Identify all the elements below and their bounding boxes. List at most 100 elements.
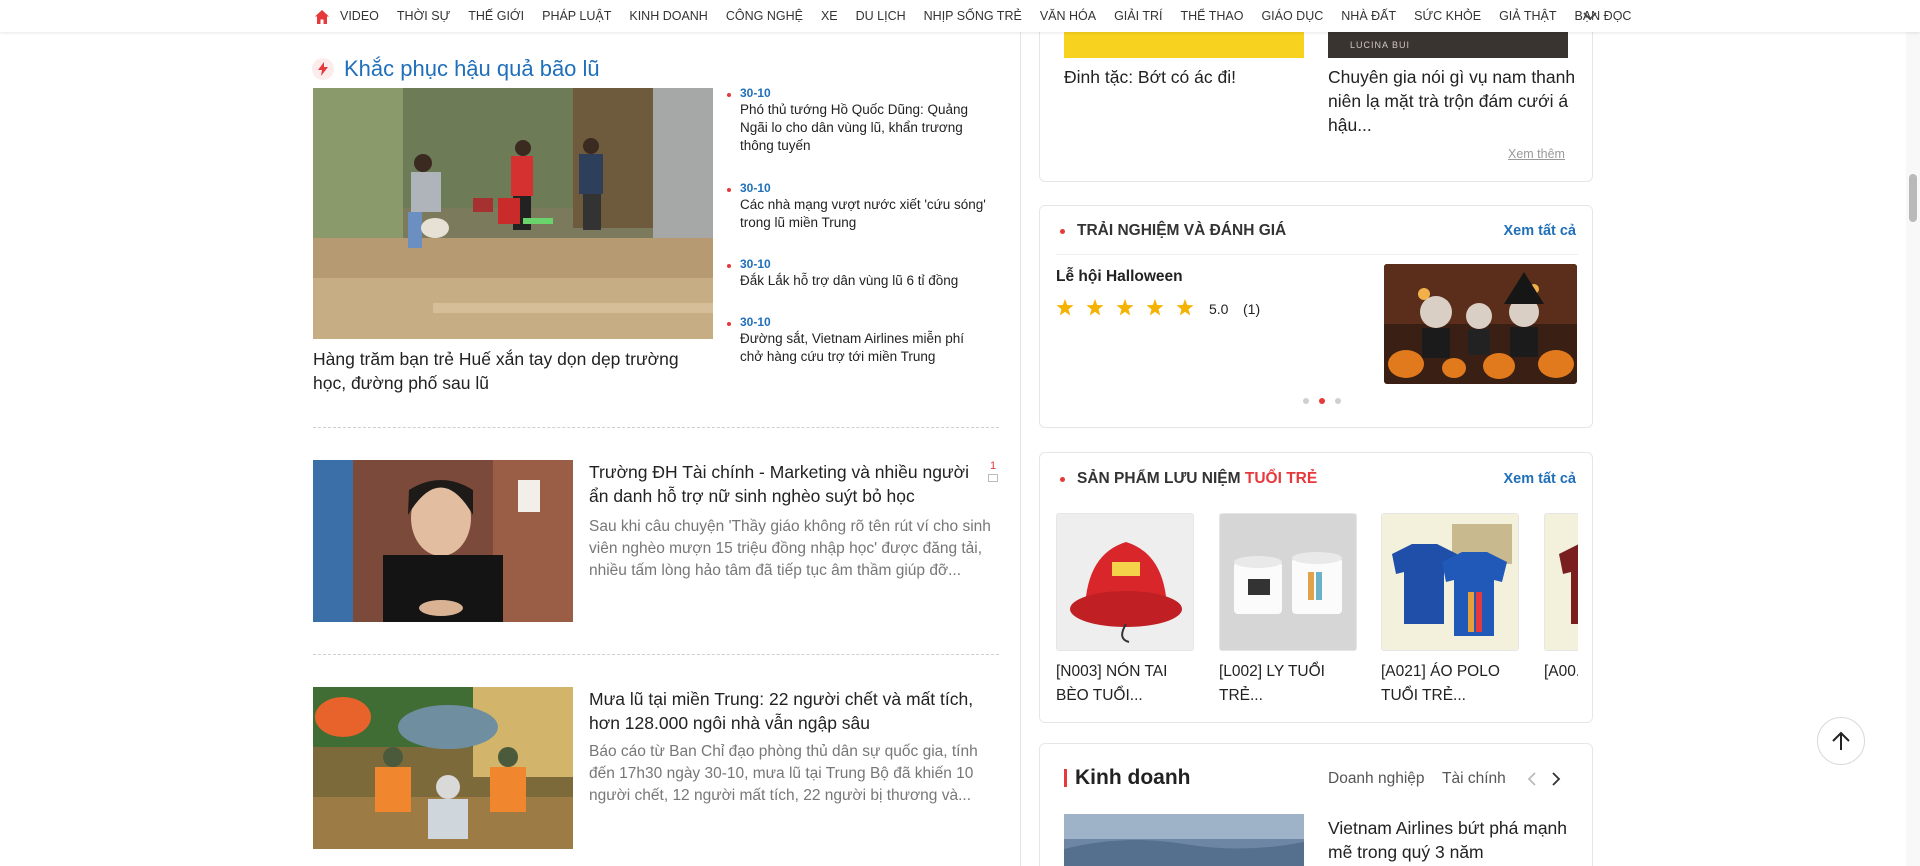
product-name[interactable]: [L002] LY TUỔI TRẺ... [1219,660,1357,708]
nav-item-van-hoa[interactable]: VĂN HÓA [1040,9,1096,23]
article-summary: Báo cáo từ Ban Chỉ đạo phòng thủ dân sự … [589,743,978,804]
article-title[interactable]: Vietnam Airlines bứt phá mạnh mẽ trong q… [1328,816,1568,864]
news-headline[interactable]: Đường sắt, Vietnam Airlines miễn phí chở… [740,330,987,366]
divider [313,427,999,428]
souvenir-title-prefix: SẢN PHẨM LƯU NIỆM [1077,470,1241,487]
feature-article-title[interactable]: Hàng trăm bạn trẻ Huế xắn tay dọn dẹp tr… [313,347,703,395]
nav-item-video[interactable]: VIDEO [340,9,379,23]
business-card: Kinh doanh Doanh nghiệp Tài chính Vietna… [1039,743,1593,866]
news-date: 30-10 [740,315,771,329]
page-scrollbar[interactable] [1906,0,1920,866]
article-title[interactable]: Chuyên gia nói gì vụ nam thanh niên lạ m… [1328,65,1576,137]
nav-item-du-lich[interactable]: DU LỊCH [856,9,906,23]
nav-item-the-thao[interactable]: THỂ THAO [1180,9,1243,23]
article-row: Mưa lũ tại miền Trung: 22 người chết và … [313,687,999,849]
article-thumbnail[interactable]: LUCINA BUI [1328,32,1568,58]
article-title[interactable]: Đinh tặc: Bớt có ác đi! [1064,65,1304,89]
comment-count-badge[interactable]: 1 [986,460,1000,482]
star-icon [1176,299,1194,316]
comment-count: 1 [989,460,997,472]
nav-item-suc-khoe[interactable]: SỨC KHỎE [1414,9,1481,23]
nav-item-cong-nghe[interactable]: CÔNG NGHỆ [726,9,803,23]
divider [1056,254,1578,255]
nav-item-nhip-song-tre[interactable]: NHỊP SỐNG TRẺ [924,9,1022,23]
product-carousel: [N003] NÓN TAI BÈO TUỔI... [L002] LY TUỔ… [1056,513,1578,713]
chevron-right-icon[interactable] [1551,772,1561,786]
list-item[interactable]: 30-10 Các nhà mạng vượt nước xiết 'cứu s… [727,181,987,257]
product-name[interactable]: [N003] NÓN TAI BÈO TUỔI... [1056,660,1194,708]
nav-item-giai-tri[interactable]: GIẢI TRÍ [1114,9,1162,23]
list-item[interactable]: 30-10 Đắk Lắk hỗ trợ dân vùng lũ 6 tỉ đồ… [727,257,987,315]
product-card[interactable]: [N003] NÓN TAI BÈO TUỔI... [1056,513,1194,708]
article-thumbnail[interactable] [1064,814,1304,866]
chevron-left-icon[interactable] [1527,772,1537,786]
nav-item-thoi-su[interactable]: THỜI SỰ [397,9,450,23]
list-item[interactable]: 30-10 Đường sắt, Vietnam Airlines miễn p… [727,315,987,366]
list-item[interactable]: 30-10 Phó thủ tướng Hồ Quốc Dũng: Quảng … [727,86,987,181]
review-item-title[interactable]: Lễ hội Halloween [1056,268,1183,286]
tab-doanh-nghiep[interactable]: Doanh nghiệp [1328,770,1425,788]
news-headline[interactable]: Đắk Lắk hỗ trợ dân vùng lũ 6 tỉ đồng [740,272,987,290]
scrollbar-thumb[interactable] [1909,174,1917,222]
scroll-to-top-button[interactable] [1817,717,1865,765]
article-thumbnail[interactable] [313,687,573,849]
bullet-dot [1060,476,1065,482]
nav-item-giao-duc[interactable]: GIÁO DỤC [1261,9,1323,23]
nav-menu: VIDEO THỜI SỰ THẾ GIỚI PHÁP LUẬT KINH DO… [340,0,1649,32]
section-marker [1064,769,1067,787]
star-icon [1146,299,1164,316]
home-icon[interactable] [314,9,330,25]
tab-tai-chinh[interactable]: Tài chính [1442,770,1506,788]
carousel-dot[interactable] [1303,398,1309,404]
star-icon [1056,299,1074,316]
business-section-title[interactable]: Kinh doanh [1075,766,1190,790]
souvenir-card-header: SẢN PHẨM LƯU NIỆM TUỔI TRẺ [1060,470,1317,488]
news-headline[interactable]: Phó thủ tướng Hồ Quốc Dũng: Quảng Ngãi l… [740,101,987,155]
product-name[interactable]: [A00... [1544,660,1578,684]
news-date: 30-10 [740,181,771,195]
nav-item-xe[interactable]: XE [821,9,838,23]
review-card: TRẢI NGHIỆM VÀ ĐÁNH GIÁ Xem tất cả Lễ hộ… [1039,205,1593,428]
nav-item-phap-luat[interactable]: PHÁP LUẬT [542,9,611,23]
flood-news-list: 30-10 Phó thủ tướng Hồ Quốc Dũng: Quảng … [727,86,987,366]
product-image[interactable] [1056,513,1194,651]
see-more-link[interactable]: Xem thêm [1508,147,1565,161]
carousel-dot[interactable] [1335,398,1341,404]
product-name[interactable]: [A021] ÁO POLO TUỔI TRẺ... [1381,660,1519,708]
bullet-dot [1060,228,1065,234]
carousel-dot-active[interactable] [1319,398,1325,404]
news-headline[interactable]: Các nhà mạng vượt nước xiết 'cứu sóng' t… [740,196,987,232]
halloween-image[interactable] [1384,264,1577,384]
flood-cleanup-image[interactable] [313,88,713,339]
product-card[interactable]: [L002] LY TUỔI TRẺ... [1219,513,1357,708]
product-image[interactable] [1544,513,1578,651]
see-all-link[interactable]: Xem tất cả [1503,223,1576,239]
product-image[interactable] [1219,513,1357,651]
review-card-header: TRẢI NGHIỆM VÀ ĐÁNH GIÁ [1060,222,1286,240]
product-card[interactable]: [A021] ÁO POLO TUỔI TRẺ... [1381,513,1519,708]
comment-icon [988,474,998,482]
nav-item-gia-that[interactable]: GIẢ THẬT [1499,9,1556,23]
see-all-link[interactable]: Xem tất cả [1503,471,1576,487]
news-date: 30-10 [740,86,771,100]
lightning-icon [312,58,334,80]
arrow-up-icon [1832,731,1850,750]
nav-item-kinh-doanh[interactable]: KINH DOANH [629,9,707,23]
flood-section-title[interactable]: Khắc phục hậu quả bão lũ [344,56,600,82]
column-divider [1020,32,1021,866]
souvenir-title-accent: TUỔI TRẺ [1244,470,1318,487]
nav-item-the-gioi[interactable]: THẾ GIỚI [468,9,524,23]
article-title[interactable]: Trường ĐH Tài chính - Marketing và nhiều… [589,460,989,508]
rating-score: 5.0 [1209,301,1229,317]
product-card[interactable]: [A00... [1544,513,1578,684]
business-section-header: Kinh doanh [1064,766,1190,790]
chevron-down-icon[interactable] [1582,9,1598,23]
product-image[interactable] [1381,513,1519,651]
article-thumbnail[interactable] [313,460,573,622]
star-icon [1086,299,1104,316]
article-title[interactable]: Mưa lũ tại miền Trung: 22 người chết và … [589,687,989,735]
article-thumbnail[interactable] [1064,32,1304,58]
image-watermark: LUCINA BUI [1350,40,1411,50]
nav-item-nha-dat[interactable]: NHÀ ĐẤT [1341,9,1396,23]
top-navigation-bar: VIDEO THỜI SỰ THẾ GIỚI PHÁP LUẬT KINH DO… [0,0,1920,32]
